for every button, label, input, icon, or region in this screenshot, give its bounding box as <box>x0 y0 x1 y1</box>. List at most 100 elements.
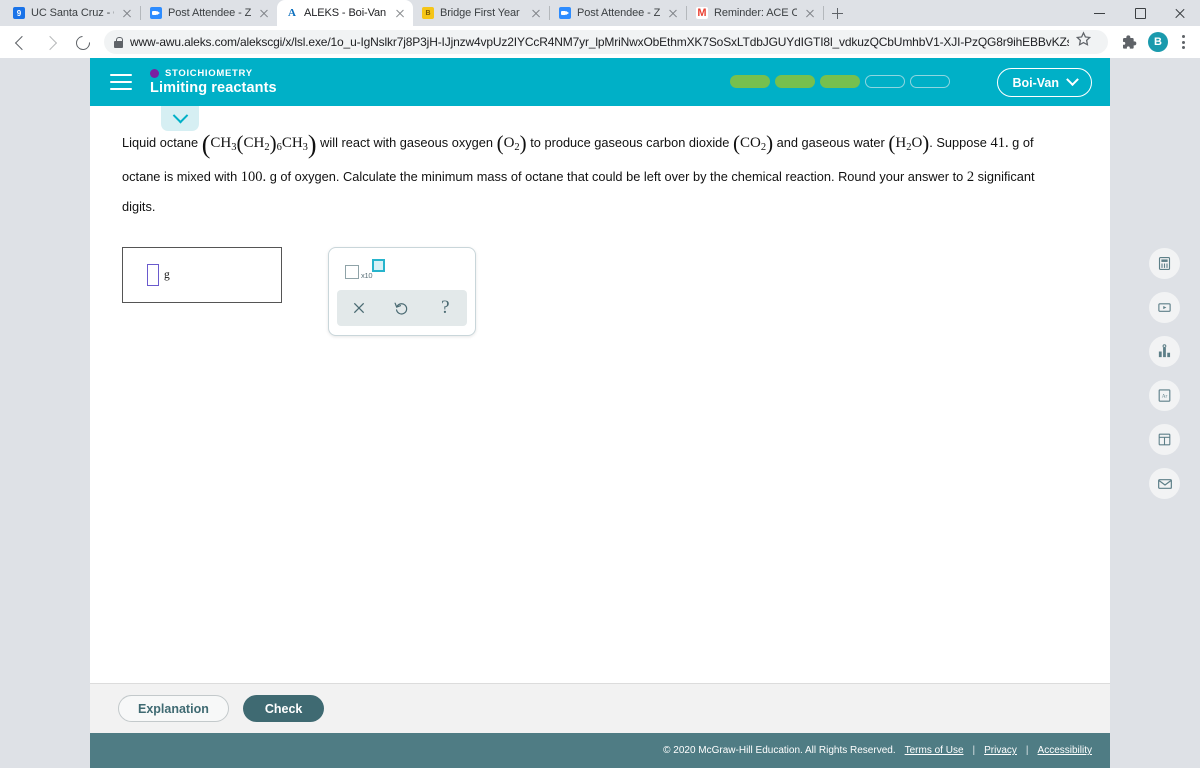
browser-tab-1[interactable]: Post Attendee - Zoom <box>141 0 277 26</box>
topic-label: STOICHIOMETRY <box>165 68 253 79</box>
answer-area: g x10 ? <box>122 247 1080 336</box>
browser-tab-4[interactable]: Post Attendee - Zoom <box>550 0 686 26</box>
calculator-icon[interactable] <box>1149 248 1180 279</box>
menu-icon[interactable] <box>108 71 134 93</box>
tool-rail: Ar <box>1149 248 1180 499</box>
terms-of-use-link[interactable]: Terms of Use <box>905 745 964 756</box>
answer-unit-label: g <box>164 269 170 281</box>
placeholder-square-icon <box>345 265 359 279</box>
minimize-button[interactable] <box>1080 0 1120 26</box>
zoom-icon <box>150 7 162 19</box>
question-part: and gaseous water <box>776 135 885 150</box>
formula-oxygen: (O2) <box>496 131 527 155</box>
bookmark-star-icon[interactable] <box>1075 31 1098 53</box>
footer-separator: | <box>1025 745 1029 756</box>
lock-icon <box>114 36 123 48</box>
reference-table-icon[interactable] <box>1149 424 1180 455</box>
new-tab-button[interactable] <box>824 0 850 26</box>
chevron-down-icon <box>1066 73 1079 87</box>
formula-carbon-dioxide: (CO2) <box>732 131 774 155</box>
math-palette: x10 ? <box>328 247 476 336</box>
close-icon[interactable] <box>120 6 134 20</box>
check-button[interactable]: Check <box>242 695 325 722</box>
browser-window: UC Santa Cruz - Calendar - … Post Attend… <box>0 0 1200 768</box>
sub: 2 <box>906 142 912 153</box>
tab-title: Post Attendee - Zoom <box>168 7 251 19</box>
aleks-app: STOICHIOMETRY Limiting reactants Boi-Van <box>90 58 1180 768</box>
progress-meter <box>730 75 950 88</box>
browser-tab-0[interactable]: UC Santa Cruz - Calendar - … <box>4 0 140 26</box>
browser-tab-5[interactable]: M Reminder: ACE Orientation T… <box>687 0 823 26</box>
answer-caret <box>147 264 159 286</box>
header-titles: STOICHIOMETRY Limiting reactants <box>150 68 277 96</box>
url-text: www-awu.aleks.com/alekscgi/x/lsl.exe/1o_… <box>130 35 1069 49</box>
close-icon[interactable] <box>666 6 680 20</box>
question-text: Liquid octane (CH3(CH2)6CH3) will react … <box>122 128 1037 221</box>
video-icon[interactable] <box>1149 292 1180 323</box>
address-bar[interactable]: www-awu.aleks.com/alekscgi/x/lsl.exe/1o_… <box>104 30 1108 54</box>
zoom-icon <box>559 7 571 19</box>
back-icon[interactable] <box>8 28 36 56</box>
browser-tab-2-active[interactable]: A ALEKS - Boi-Van Nguyen - L… <box>277 0 413 26</box>
copyright-text: © 2020 McGraw-Hill Education. All Rights… <box>663 745 896 756</box>
sub: 6 <box>276 142 282 153</box>
footer-separator: | <box>972 745 976 756</box>
mass-octane-value: 41. <box>990 135 1009 151</box>
help-glyph: ? <box>441 297 450 318</box>
tab-title: UC Santa Cruz - Calendar - … <box>31 7 114 19</box>
periodic-table-icon[interactable]: Ar <box>1149 380 1180 411</box>
formula-water: (H2O) <box>888 131 930 155</box>
action-bar: Explanation Check <box>90 683 1110 733</box>
user-menu-button[interactable]: Boi-Van <box>997 68 1092 97</box>
page-background: STOICHIOMETRY Limiting reactants Boi-Van <box>0 58 1200 768</box>
window-controls <box>1080 0 1200 26</box>
maximize-button[interactable] <box>1120 0 1160 26</box>
question-part: g of oxygen. Calculate the minimum mass … <box>269 169 964 184</box>
tab-title: Reminder: ACE Orientation T… <box>714 7 797 19</box>
tab-strip: UC Santa Cruz - Calendar - … Post Attend… <box>0 0 1200 26</box>
close-icon[interactable] <box>529 6 543 20</box>
svg-text:Ar: Ar <box>1162 394 1168 400</box>
aleks-header: STOICHIOMETRY Limiting reactants Boi-Van <box>90 58 1110 106</box>
calendar-icon <box>13 7 25 19</box>
privacy-link[interactable]: Privacy <box>984 745 1017 756</box>
browser-toolbar: www-awu.aleks.com/alekscgi/x/lsl.exe/1o_… <box>0 26 1200 58</box>
user-name: Boi-Van <box>1012 75 1059 90</box>
undo-button[interactable] <box>385 291 419 325</box>
reload-icon[interactable] <box>68 28 96 56</box>
progress-segment <box>865 75 905 88</box>
progress-segment <box>775 75 815 88</box>
scientific-notation-button[interactable]: x10 <box>345 259 389 283</box>
profile-avatar[interactable]: B <box>1148 32 1168 52</box>
progress-segment <box>730 75 770 88</box>
answer-input[interactable]: g <box>122 247 282 303</box>
question-part: will react with gaseous oxygen <box>320 135 493 150</box>
clear-button[interactable] <box>342 291 376 325</box>
help-button[interactable]: ? <box>428 291 462 325</box>
browser-tab-3[interactable]: B Bridge First Year Experience <box>413 0 549 26</box>
exponent-square-icon <box>372 259 385 272</box>
progress-segment <box>910 75 950 88</box>
question-content: Liquid octane (CH3(CH2)6CH3) will react … <box>90 106 1180 499</box>
palette-action-bar: ? <box>337 290 467 326</box>
explanation-button[interactable]: Explanation <box>118 695 229 722</box>
gmail-icon: M <box>696 7 708 19</box>
x10-label: x10 <box>361 271 373 280</box>
tab-title: Post Attendee - Zoom <box>577 7 660 19</box>
message-icon[interactable] <box>1149 468 1180 499</box>
window-close-button[interactable] <box>1160 0 1200 26</box>
extensions-icon[interactable] <box>1116 29 1142 55</box>
chart-icon[interactable] <box>1149 336 1180 367</box>
close-icon[interactable] <box>257 6 271 20</box>
close-icon[interactable] <box>393 6 407 20</box>
accessibility-link[interactable]: Accessibility <box>1038 745 1092 756</box>
aleks-icon: A <box>286 7 298 19</box>
chrome-menu-icon[interactable] <box>1174 31 1192 53</box>
close-icon[interactable] <box>803 6 817 20</box>
tab-title: ALEKS - Boi-Van Nguyen - L… <box>304 7 387 19</box>
question-part: octane is mixed with <box>122 169 238 184</box>
palette-top-row: x10 <box>329 258 475 284</box>
forward-icon[interactable] <box>38 28 66 56</box>
question-part: to produce gaseous carbon dioxide <box>530 135 730 150</box>
footer: © 2020 McGraw-Hill Education. All Rights… <box>90 733 1110 768</box>
